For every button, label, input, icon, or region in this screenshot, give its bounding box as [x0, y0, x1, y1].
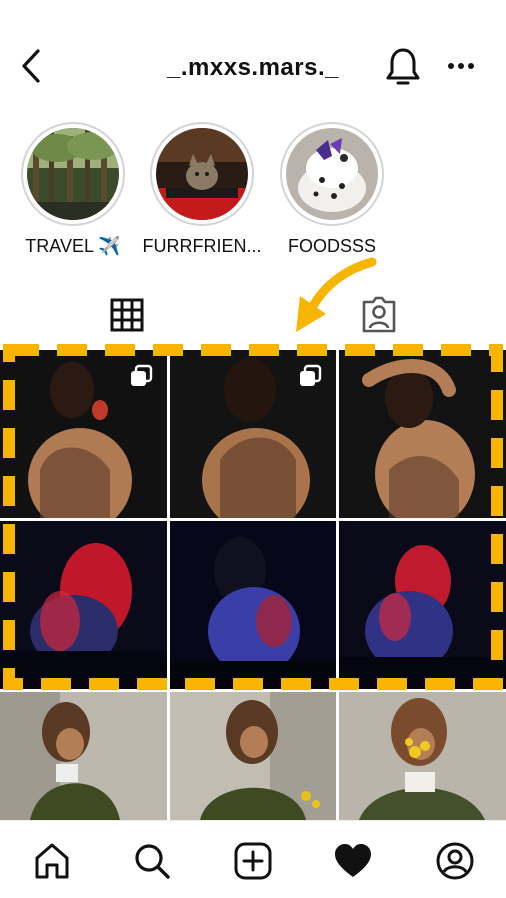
profile-tabs [0, 292, 506, 342]
bell-icon [386, 48, 420, 85]
post-thumbnail[interactable] [339, 692, 506, 820]
tab-posts-grid[interactable] [110, 298, 144, 332]
nav-create-post[interactable] [233, 841, 273, 881]
story-highlights: TRAVEL ✈️ FURRFRIEN... FOODSSS [0, 122, 506, 262]
highlight-cover-image [286, 128, 378, 220]
highlight-ring [21, 122, 125, 226]
highlight-foodsss[interactable]: FOODSSS [267, 122, 397, 257]
post-thumbnail[interactable] [339, 521, 506, 689]
nav-search[interactable] [132, 841, 172, 881]
bottom-navigation [0, 820, 506, 898]
activity-heart-icon [335, 844, 371, 877]
carousel-post-icon [300, 364, 322, 386]
post-thumbnail[interactable] [0, 350, 167, 518]
carousel-post-icon [131, 364, 153, 386]
highlight-label: FURRFRIEN... [142, 236, 262, 256]
nav-home[interactable] [32, 841, 72, 881]
highlight-ring [150, 122, 254, 226]
nav-activity[interactable] [333, 841, 373, 881]
more-horizontal-icon [448, 63, 474, 69]
post-thumbnail[interactable] [0, 692, 167, 820]
post-thumbnail[interactable] [170, 350, 336, 518]
search-icon [135, 844, 170, 879]
more-options-button[interactable] [446, 56, 476, 76]
posts-grid [0, 350, 506, 820]
grid-icon [110, 298, 144, 332]
post-thumbnail[interactable] [170, 521, 336, 689]
nav-profile[interactable] [435, 841, 475, 881]
highlight-label: TRAVEL ✈️ [25, 236, 121, 256]
profile-header: _.mxxs.mars._ [0, 0, 506, 120]
profile-icon [436, 842, 474, 880]
add-post-icon [234, 842, 272, 880]
profile-username: _.mxxs.mars._ [167, 54, 339, 81]
highlight-furrfriends[interactable]: FURRFRIEN... [137, 122, 267, 257]
highlight-cover-image [27, 128, 119, 220]
annotation-arrow [296, 257, 377, 332]
highlight-cover-image [156, 128, 248, 220]
highlight-ring [280, 122, 384, 226]
post-thumbnail[interactable] [170, 692, 336, 820]
notifications-button[interactable] [384, 46, 422, 88]
highlight-travel[interactable]: TRAVEL ✈️ [8, 122, 138, 257]
home-icon [35, 843, 69, 879]
post-thumbnail[interactable] [339, 350, 506, 518]
post-thumbnail[interactable] [0, 521, 167, 689]
